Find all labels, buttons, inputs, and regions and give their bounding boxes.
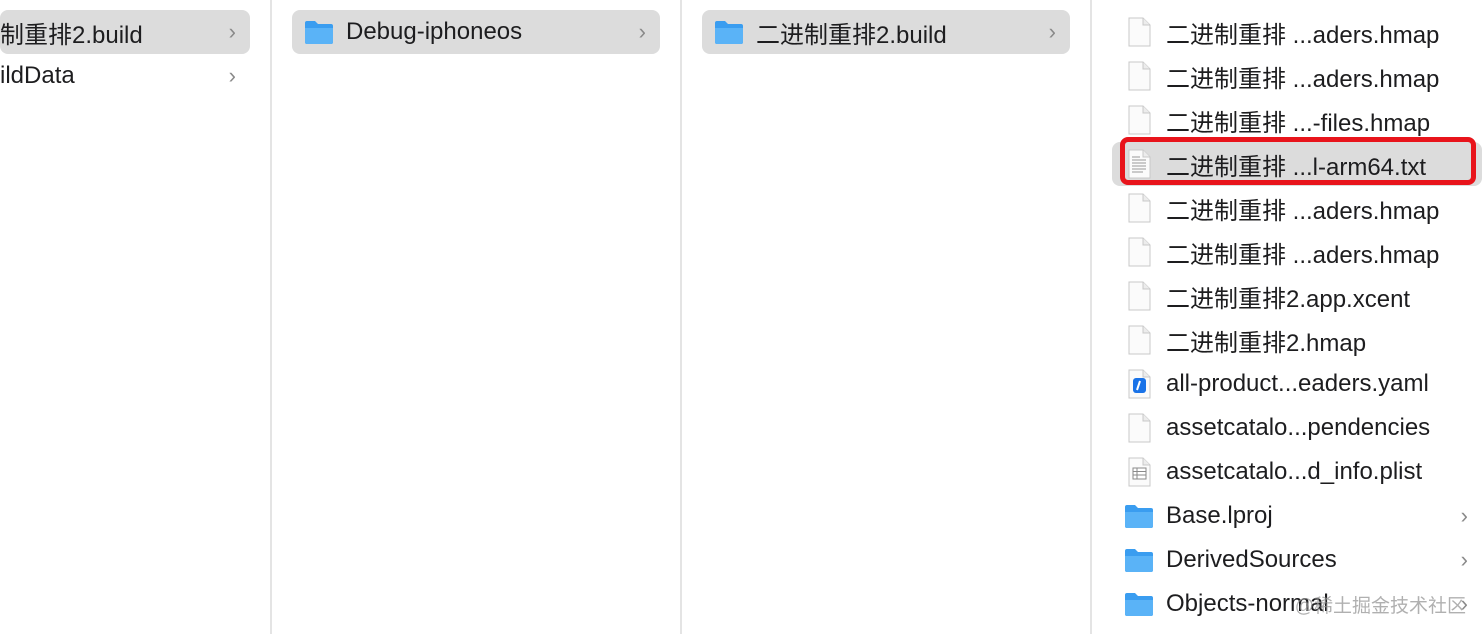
item-label: 二进制重排2.hmap [1166, 329, 1367, 357]
column-3-item-build-folder[interactable]: 二进制重排2.build › [702, 10, 1070, 54]
column-debug-iphoneos: 二进制重排2.build › [682, 0, 1090, 634]
folder-icon [714, 17, 744, 47]
chevron-right-icon: › [638, 19, 646, 44]
column-build-folders: 制重排2.build › ildData › [0, 0, 270, 634]
file-list-item[interactable]: 二进制重排 ...aders.hmap [1112, 186, 1482, 230]
file-list-item[interactable]: DerivedSources › [1112, 538, 1482, 582]
document-icon [1124, 105, 1154, 135]
column-build-contents: 二进制重排 ...aders.hmap 二进制重排 ...aders.hmap 二进… [1092, 0, 1484, 634]
item-label: assetcatalo...pendencies [1166, 414, 1431, 441]
text-file-icon [1124, 149, 1154, 179]
chevron-right-icon: › [228, 19, 236, 44]
item-label: 制重排2.build [0, 21, 143, 49]
column-products: Debug-iphoneos › [272, 0, 680, 634]
item-label: 二进制重排2.app.xcent [1166, 285, 1411, 313]
file-list-item[interactable]: 二进制重排2.hmap [1112, 318, 1482, 362]
file-list-item[interactable]: 二进制重排 ...aders.hmap [1112, 10, 1482, 54]
chevron-right-icon: › [228, 63, 236, 88]
document-icon [1124, 17, 1154, 47]
item-label: 二进制重排 ...aders.hmap [1166, 197, 1440, 225]
document-icon [1124, 413, 1154, 443]
document-icon [1124, 193, 1154, 223]
item-label: 二进制重排 ...-files.hmap [1166, 109, 1431, 137]
item-label: ildData [0, 62, 75, 89]
file-list-item[interactable]: all-product...eaders.yaml [1112, 362, 1482, 406]
item-label: all-product...eaders.yaml [1166, 370, 1429, 397]
column-2-item-debug-iphoneos[interactable]: Debug-iphoneos › [292, 10, 660, 54]
document-icon [1124, 61, 1154, 91]
chevron-right-icon: › [1460, 547, 1468, 572]
item-label: 二进制重排 ...aders.hmap [1166, 21, 1440, 49]
item-label: assetcatalo...d_info.plist [1166, 458, 1423, 485]
document-icon [1124, 325, 1154, 355]
item-label: 二进制重排 ...aders.hmap [1166, 241, 1440, 269]
file-list-item[interactable]: Base.lproj › [1112, 494, 1482, 538]
file-list-item[interactable]: assetcatalo...pendencies [1112, 406, 1482, 450]
file-list-item[interactable]: 二进制重排 ...-files.hmap [1112, 98, 1482, 142]
plist-file-icon [1124, 457, 1154, 487]
document-icon [1124, 281, 1154, 311]
file-list-item[interactable]: 二进制重排 ...l-arm64.txt [1112, 142, 1482, 186]
item-label: Base.lproj [1166, 502, 1273, 529]
yaml-file-icon [1124, 369, 1154, 399]
file-list-item[interactable]: assetcatalo...d_info.plist [1112, 450, 1482, 494]
folder-icon [304, 17, 334, 47]
file-list-item[interactable]: 二进制重排 ...aders.hmap [1112, 230, 1482, 274]
folder-icon [1124, 501, 1154, 531]
item-label: 二进制重排2.build [756, 21, 947, 49]
item-label: DerivedSources [1166, 546, 1337, 573]
file-list-item[interactable]: 二进制重排2.app.xcent [1112, 274, 1482, 318]
item-label: 二进制重排 ...aders.hmap [1166, 65, 1440, 93]
column-1-item-build[interactable]: 制重排2.build › [0, 10, 250, 54]
document-icon [1124, 237, 1154, 267]
folder-icon [1124, 545, 1154, 575]
chevron-right-icon: › [1460, 503, 1468, 528]
chevron-right-icon: › [1048, 19, 1056, 44]
item-label: Debug-iphoneos [346, 18, 523, 45]
folder-icon [1124, 589, 1154, 619]
file-list-item[interactable]: 二进制重排 ...aders.hmap [1112, 54, 1482, 98]
watermark: @稀土掘金技术社区 [1294, 596, 1466, 617]
item-label: 二进制重排 ...l-arm64.txt [1166, 153, 1427, 181]
column-1-item-builddata[interactable]: ildData › [0, 54, 250, 98]
